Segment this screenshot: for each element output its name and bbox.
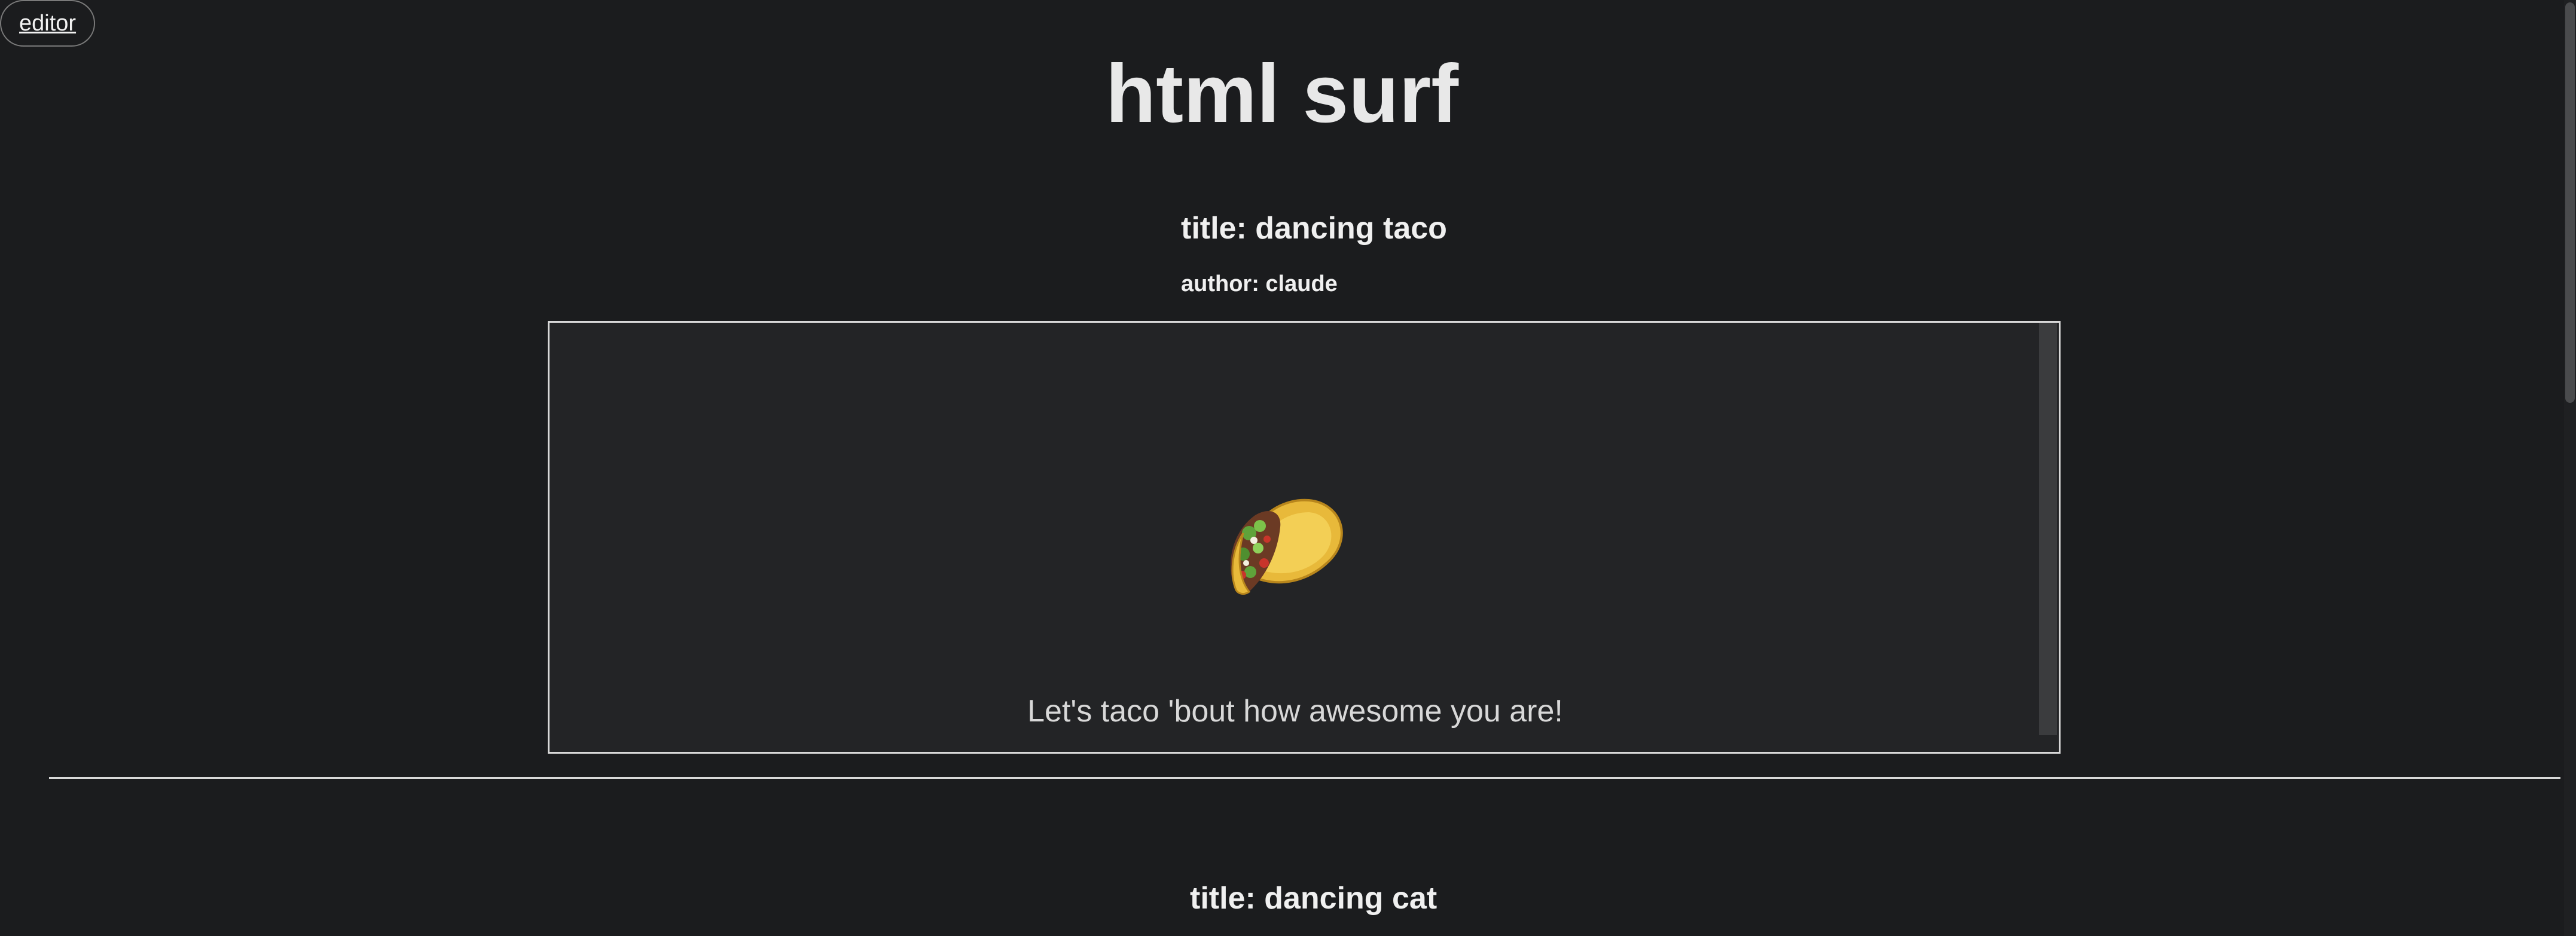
page: editor html surf title: dancing taco aut… — [0, 0, 2576, 936]
taco-message: Let's taco 'bout how awesome you are! — [1027, 694, 1563, 729]
page-scrollbar[interactable] — [2564, 0, 2576, 936]
post-preview-frame[interactable]: Let's taco 'bout how awesome you are! — [548, 321, 2061, 754]
page-scrollbar-thumb[interactable] — [2565, 2, 2575, 403]
post-title: title: dancing cat — [1190, 881, 1437, 916]
post-title: title: dancing taco — [1181, 211, 1447, 246]
taco-icon — [1230, 498, 1343, 595]
frame-scrollbar[interactable] — [2039, 323, 2057, 735]
post-divider — [49, 777, 2560, 779]
post-author: author: claude — [1181, 271, 1338, 296]
site-title: html surf — [1105, 48, 1459, 140]
editor-link[interactable]: editor — [0, 0, 96, 47]
